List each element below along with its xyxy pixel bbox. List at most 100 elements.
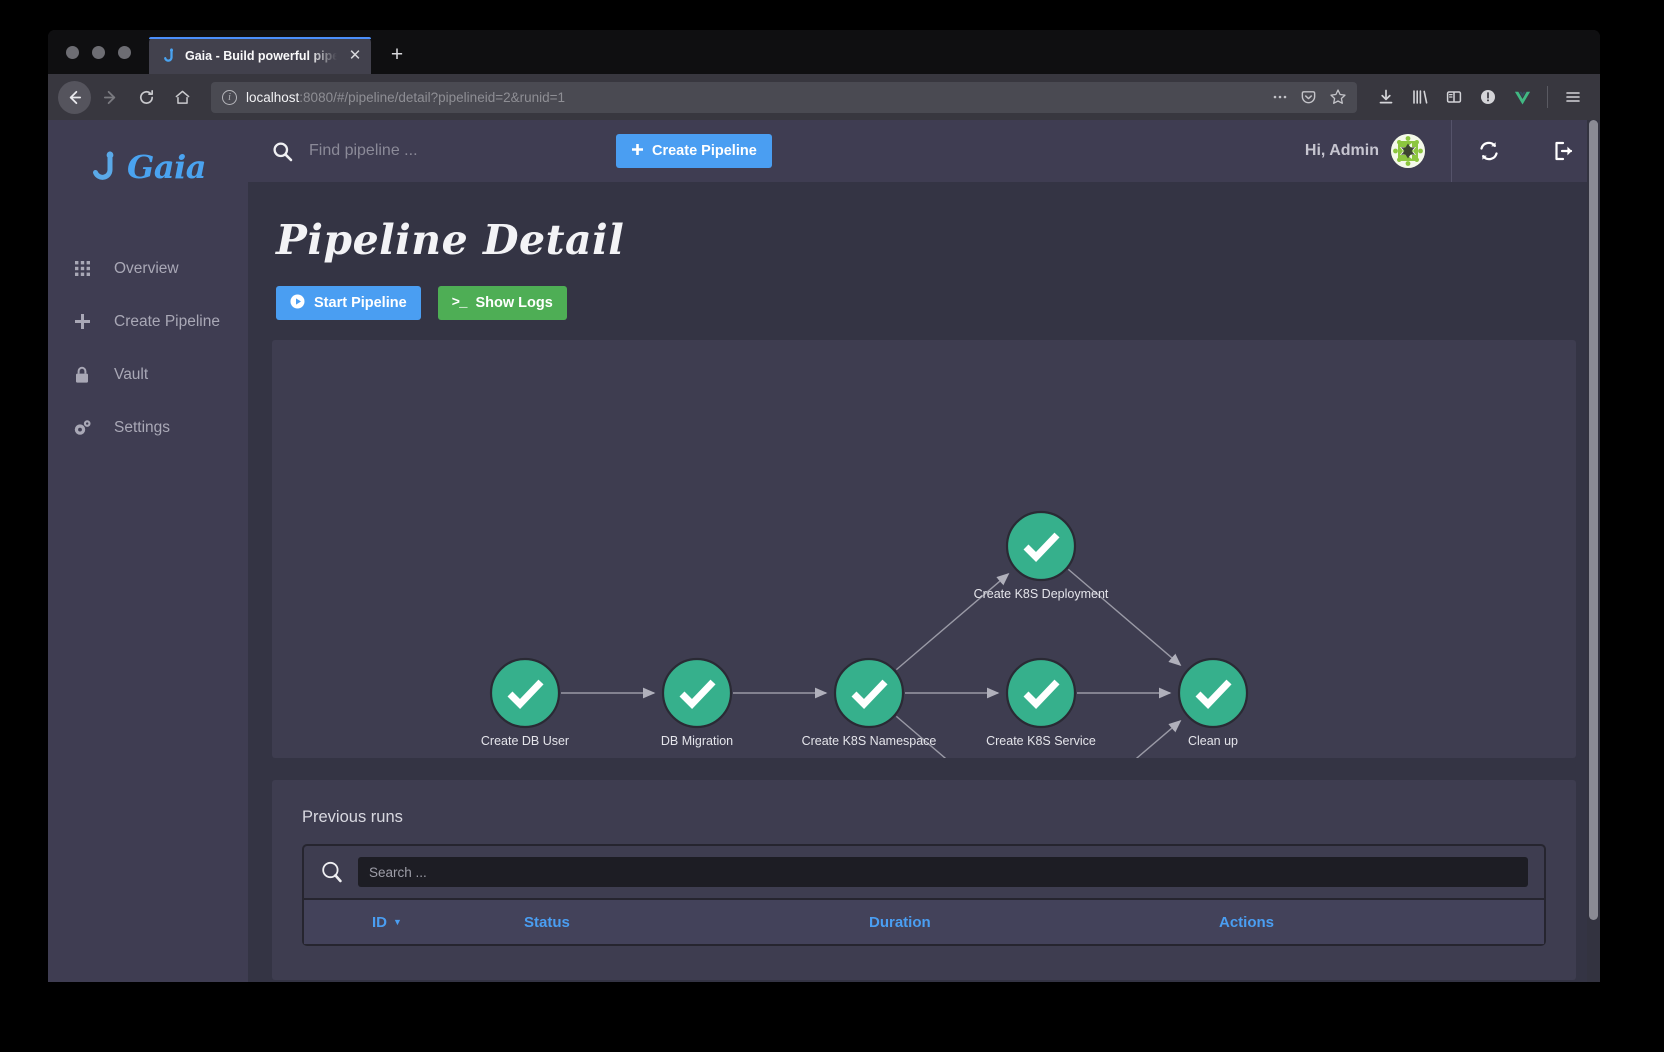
graph-node-create-db-user[interactable]: Create DB User <box>481 657 569 748</box>
pocket-icon[interactable] <box>1300 89 1317 106</box>
plus-icon <box>72 312 92 331</box>
search-input[interactable] <box>309 142 572 160</box>
gaia-hook-logo-icon <box>90 150 120 184</box>
reload-icon[interactable] <box>130 81 163 114</box>
toolbar-divider <box>1547 86 1548 108</box>
graph-node-create-k8s-namespace[interactable]: Create K8S Namespace <box>802 657 937 748</box>
page-viewport: Gaia Overview Create Pipeline Vault Sett… <box>48 120 1600 982</box>
previous-runs-panel: Previous runs ID ▼ <box>272 780 1576 980</box>
main-content: Create Pipeline Hi, Admin <box>248 120 1600 982</box>
sidebar-item-label: Settings <box>114 418 171 436</box>
bookmark-star-icon[interactable] <box>1329 88 1347 106</box>
node-label: Create K8S Deployment <box>974 587 1109 601</box>
create-pipeline-label: Create Pipeline <box>652 143 757 159</box>
column-header-status[interactable]: Status <box>524 914 869 931</box>
page-info-icon[interactable]: i <box>222 89 237 105</box>
node-label: Create K8S Service <box>986 734 1096 748</box>
page-scrollbar-thumb[interactable] <box>1589 120 1598 920</box>
graph-node-db-migration[interactable]: DB Migration <box>661 657 733 748</box>
browser-tab[interactable]: Gaia - Build powerful pipelines i ✕ <box>149 37 371 74</box>
url-path: :8080/#/pipeline/detail?pipelineid=2&run… <box>299 89 566 105</box>
gears-icon <box>72 419 92 437</box>
window-controls[interactable] <box>62 30 141 74</box>
user-identicon-avatar[interactable] <box>1391 134 1425 168</box>
gaia-hook-favicon-icon <box>161 47 177 64</box>
create-pipeline-button[interactable]: Create Pipeline <box>616 134 772 168</box>
column-header-duration[interactable]: Duration <box>869 914 1219 931</box>
library-icon[interactable] <box>1403 80 1437 114</box>
refresh-icon[interactable] <box>1452 120 1526 182</box>
sidebar-item-label: Vault <box>114 365 149 383</box>
sidebar-item-create-pipeline[interactable]: Create Pipeline <box>48 295 248 348</box>
browser-window: Gaia - Build powerful pipelines i ✕ + i … <box>48 30 1600 982</box>
node-circle <box>833 657 905 729</box>
start-pipeline-label: Start Pipeline <box>314 295 407 311</box>
tab-title: Gaia - Build powerful pipelines i <box>185 48 337 63</box>
back-arrow-icon[interactable] <box>58 80 91 114</box>
new-tab-button[interactable]: + <box>381 39 413 71</box>
plus-icon <box>631 143 644 160</box>
forward-arrow-icon[interactable] <box>94 81 127 114</box>
node-label: Create DB User <box>481 734 569 748</box>
page-scrollbar[interactable] <box>1587 120 1600 982</box>
sidebar-icon[interactable] <box>1437 80 1471 114</box>
column-label: Status <box>524 913 570 931</box>
page-title: Pipeline Detail <box>276 216 625 264</box>
grid-icon <box>72 260 92 277</box>
column-label: Actions <box>1219 913 1275 931</box>
pipeline-graph[interactable]: Create DB User DB Migration Create K8S Nam… <box>272 340 1562 758</box>
url-text: localhost:8080/#/pipeline/detail?pipelin… <box>246 90 1263 105</box>
page-content: Pipeline Detail Start Pipeline >_ Show L… <box>248 216 1600 980</box>
graph-node-clean-up[interactable]: Clean up <box>1177 657 1249 748</box>
column-label: Duration <box>869 913 931 931</box>
sidebar-nav: Overview Create Pipeline Vault Settings <box>48 242 248 454</box>
brand-logo[interactable]: Gaia <box>48 136 248 198</box>
graph-node-create-k8s-service[interactable]: Create K8S Service <box>986 657 1096 748</box>
downloads-icon[interactable] <box>1369 80 1403 114</box>
caret-down-icon: ▼ <box>393 917 402 927</box>
sidebar-item-vault[interactable]: Vault <box>48 348 248 401</box>
node-label: DB Migration <box>661 734 733 748</box>
pipeline-search[interactable] <box>272 141 572 162</box>
sidebar-item-settings[interactable]: Settings <box>48 401 248 454</box>
header-right: Hi, Admin <box>1305 120 1600 182</box>
start-pipeline-button[interactable]: Start Pipeline <box>276 286 421 320</box>
pipeline-actions: Start Pipeline >_ Show Logs <box>276 286 1576 320</box>
close-tab-icon[interactable]: ✕ <box>345 46 365 66</box>
app-header: Create Pipeline Hi, Admin <box>248 120 1600 182</box>
sidebar-item-label: Create Pipeline <box>114 312 220 330</box>
search-icon <box>272 141 293 162</box>
graph-node-create-k8s-deployment[interactable]: Create K8S Deployment <box>974 510 1109 601</box>
sidebar-item-label: Overview <box>114 259 179 277</box>
brand-name: Gaia <box>127 148 206 186</box>
column-header-id[interactable]: ID ▼ <box>304 914 524 931</box>
minimize-window-button[interactable] <box>92 45 105 59</box>
account-icon[interactable] <box>1471 80 1505 114</box>
maximize-window-button[interactable] <box>118 45 131 59</box>
home-icon[interactable] <box>166 81 199 114</box>
more-icon[interactable] <box>1272 89 1288 105</box>
node-circle <box>661 657 733 729</box>
node-circle <box>1005 510 1077 582</box>
node-circle <box>489 657 561 729</box>
graph-edge <box>1067 568 1182 666</box>
vue-devtools-icon[interactable] <box>1505 80 1539 114</box>
previous-runs-title: Previous runs <box>302 808 403 826</box>
column-label: ID <box>372 913 387 931</box>
column-header-actions[interactable]: Actions <box>1219 914 1544 931</box>
play-circle-icon <box>290 294 305 313</box>
sidebar-item-overview[interactable]: Overview <box>48 242 248 295</box>
node-circle <box>1177 657 1249 729</box>
runs-table-header: ID ▼ Status Duration Actions <box>304 898 1544 944</box>
greeting-text: Hi, Admin <box>1304 142 1379 159</box>
runs-search-input[interactable] <box>358 857 1528 887</box>
node-label: Create K8S Namespace <box>802 734 937 748</box>
terminal-icon: >_ <box>451 295 468 311</box>
runs-search-row <box>304 846 1544 898</box>
browser-toolbar-icons <box>1369 80 1590 114</box>
url-host: localhost <box>246 89 300 105</box>
show-logs-button[interactable]: >_ Show Logs <box>437 286 567 320</box>
close-window-button[interactable] <box>66 45 79 59</box>
hamburger-menu-icon[interactable] <box>1556 80 1590 114</box>
address-bar[interactable]: i localhost:8080/#/pipeline/detail?pipel… <box>211 81 1357 113</box>
